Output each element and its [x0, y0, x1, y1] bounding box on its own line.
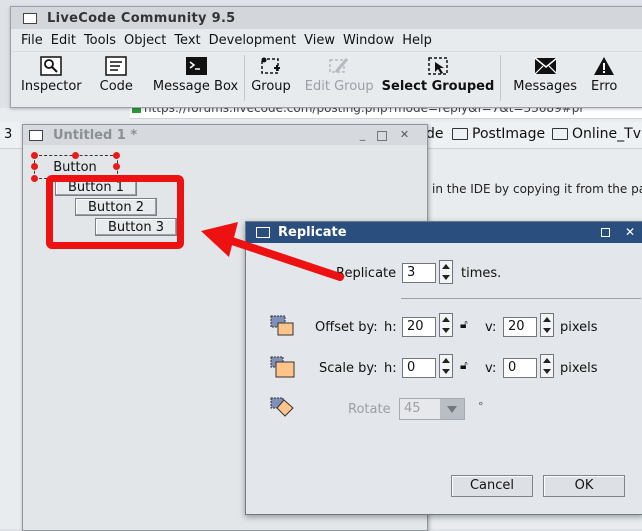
menu-tools[interactable]: Tools	[84, 33, 116, 48]
stack-titlebar[interactable]: Untitled 1 * _ ✕	[23, 125, 427, 145]
menu-development[interactable]: Development	[209, 33, 297, 48]
menu-object[interactable]: Object	[124, 33, 166, 48]
menu-window[interactable]: Window	[343, 33, 394, 48]
code-icon	[105, 56, 128, 76]
offset-label: Offset by:	[315, 320, 378, 335]
select-grouped-icon	[427, 56, 449, 76]
replicate-dialog: Replicate ✕ Replicate 3 times. Offset by…	[245, 221, 642, 515]
window-icon	[29, 129, 43, 141]
scale-label: Scale by:	[319, 361, 378, 376]
bookmark-fragment-mid: de	[426, 126, 444, 142]
close-icon[interactable]: ✕	[399, 129, 410, 140]
replicate-count-field[interactable]: 3	[402, 263, 436, 283]
unlock-icon[interactable]: 🔓︎	[460, 358, 472, 372]
scale-pixels-label: pixels	[560, 361, 598, 376]
chevron-down-icon[interactable]	[440, 399, 464, 419]
selection-handle[interactable]	[31, 152, 38, 159]
offset-pixels-label: pixels	[560, 320, 598, 335]
selection-handle[interactable]	[113, 163, 120, 170]
ok-button[interactable]: OK	[543, 475, 625, 497]
bookmark-online-tv[interactable]: Online_Tv	[552, 126, 641, 142]
scale-v-stepper[interactable]	[540, 354, 554, 378]
ide-titlebar[interactable]: LiveCode Community 9.5	[11, 7, 642, 29]
window-icon	[23, 12, 37, 24]
divider	[401, 298, 641, 299]
times-label: times.	[461, 266, 502, 281]
message-box-button[interactable]: Message Box	[153, 52, 238, 94]
selection-handle[interactable]	[113, 152, 120, 159]
scale-h-stepper[interactable]	[439, 354, 453, 378]
group-button[interactable]: Group	[251, 52, 291, 94]
maximize-icon[interactable]	[377, 131, 387, 141]
bookmark-postimage[interactable]: PostImage	[452, 126, 545, 142]
dialog-titlebar[interactable]: Replicate ✕	[246, 222, 642, 243]
menu-bar: File Edit Tools Object Text Development …	[11, 29, 642, 51]
warning-icon	[593, 56, 615, 76]
toolbar-separator	[500, 55, 502, 101]
envelope-icon	[534, 56, 557, 76]
bookmark-fragment: 3	[4, 127, 13, 142]
messages-button[interactable]: Messages	[513, 52, 577, 94]
toolbar-separator	[244, 55, 246, 101]
menu-edit[interactable]: Edit	[51, 33, 76, 48]
close-icon[interactable]: ✕	[624, 226, 636, 238]
offset-v-label: v:	[485, 320, 497, 335]
minimize-icon[interactable]: _	[357, 129, 368, 140]
menu-help[interactable]: Help	[402, 33, 432, 48]
page-content-text: in the IDE by copying it from the pal	[432, 182, 642, 196]
inspector-button[interactable]: Inspector	[21, 52, 82, 94]
replicate-label: Replicate	[336, 266, 397, 281]
rotate-icon	[270, 397, 294, 417]
window-icon	[256, 227, 270, 238]
select-grouped-button[interactable]: Select Grouped	[382, 52, 494, 94]
menu-view[interactable]: View	[304, 33, 335, 48]
scale-h-field[interactable]: 0	[402, 358, 436, 378]
edit-group-icon	[328, 56, 350, 76]
dialog-title: Replicate	[278, 225, 347, 240]
livecode-main-window: LiveCode Community 9.5 File Edit Tools O…	[10, 6, 642, 108]
selection-handle[interactable]	[31, 163, 38, 170]
code-button[interactable]: Code	[100, 52, 133, 94]
group-icon	[260, 56, 282, 76]
scale-v-label: v:	[485, 361, 497, 376]
selection-handle[interactable]	[72, 152, 79, 159]
ide-title: LiveCode Community 9.5	[47, 10, 236, 26]
menu-file[interactable]: File	[21, 33, 43, 48]
menu-text[interactable]: Text	[174, 33, 200, 48]
inspector-icon	[40, 56, 63, 76]
ide-toolbar: Inspector Code Message Box Group Edit Gr…	[11, 51, 642, 104]
scale-v-field[interactable]: 0	[503, 358, 537, 378]
offset-v-stepper[interactable]	[540, 313, 554, 337]
offset-icon	[270, 315, 294, 336]
offset-h-label: h:	[384, 320, 397, 335]
rotate-label: Rotate	[348, 402, 391, 417]
edit-group-button[interactable]: Edit Group	[305, 52, 374, 94]
rotate-combobox[interactable]: 45	[399, 398, 465, 420]
folder-icon	[552, 128, 568, 140]
stack-title: Untitled 1 *	[53, 127, 138, 143]
rotate-value: 45	[404, 401, 421, 416]
scale-icon	[270, 356, 295, 378]
degree-symbol: °	[478, 400, 484, 413]
cancel-button[interactable]: Cancel	[451, 475, 533, 497]
offset-v-field[interactable]: 20	[503, 317, 537, 337]
errors-button[interactable]: Erro	[591, 52, 617, 94]
offset-h-field[interactable]: 20	[402, 317, 436, 337]
maximize-icon[interactable]	[601, 228, 610, 237]
terminal-icon	[185, 56, 207, 76]
annotation-highlight-box	[46, 175, 184, 249]
scale-h-label: h:	[384, 361, 397, 376]
replicate-count-stepper[interactable]	[439, 260, 453, 284]
folder-icon	[452, 128, 468, 140]
selection-handle[interactable]	[31, 175, 38, 182]
offset-h-stepper[interactable]	[439, 313, 453, 337]
unlock-icon[interactable]: 🔓︎	[460, 317, 472, 331]
